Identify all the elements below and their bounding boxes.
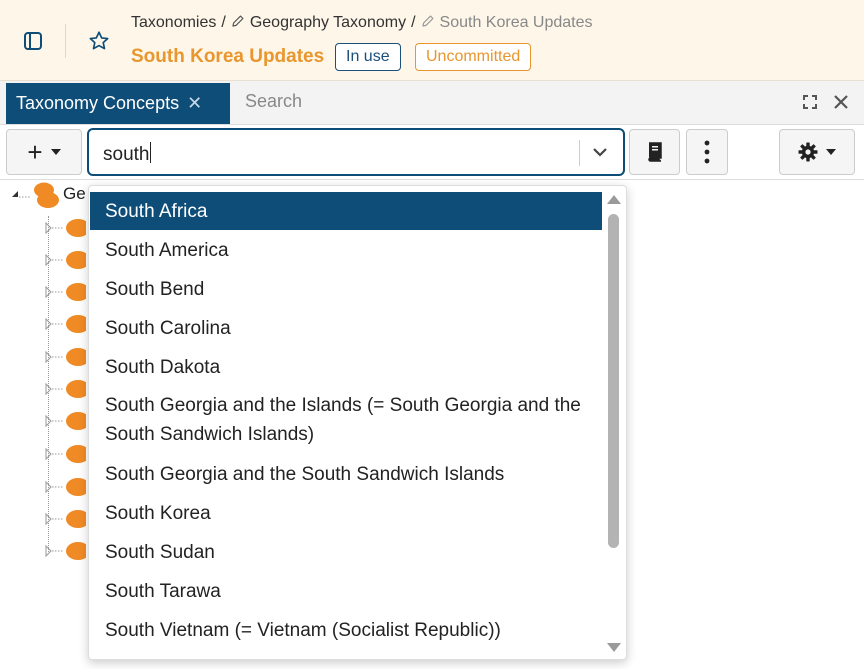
tab-bar: Taxonomy Concepts ✕ Search [0, 81, 864, 125]
close-icon [834, 95, 848, 109]
search-suggestions-dropdown: South Africa South America South Bend South… [88, 185, 627, 660]
chevron-down-icon [593, 148, 607, 157]
page-header: Taxonomies / Geography Taxonomy / South Kore… [0, 0, 864, 81]
chevron-down-icon [826, 149, 836, 155]
tab-search[interactable]: Search [245, 91, 302, 112]
suggestion-option[interactable]: South America [90, 231, 602, 269]
scroll-up-arrow-icon[interactable] [606, 193, 622, 205]
star-icon [89, 31, 109, 50]
suggestion-option[interactable]: South Georgia and the South Sandwich Isl… [90, 455, 602, 493]
tree-node[interactable] [44, 476, 86, 498]
add-concept-button[interactable]: + [6, 129, 82, 175]
text-caret [150, 142, 152, 163]
maximize-button[interactable] [802, 94, 818, 115]
book-icon [647, 142, 662, 162]
tree-node[interactable] [44, 217, 86, 239]
tree-node[interactable] [44, 443, 86, 465]
tree-root-expander[interactable] [12, 187, 30, 199]
search-input[interactable]: south [103, 144, 149, 165]
suggestion-option[interactable]: South Bend [90, 270, 602, 308]
pencil-icon [232, 15, 244, 27]
tab-label: Taxonomy Concepts [16, 93, 180, 113]
in-use-badge: In use [335, 43, 401, 71]
breadcrumb-taxonomies[interactable]: Taxonomies [131, 14, 216, 31]
pencil-icon [421, 15, 434, 27]
suggestion-option[interactable]: South Carolina [90, 309, 602, 347]
favorite-button[interactable] [86, 28, 112, 54]
scroll-down-arrow-icon[interactable] [606, 642, 622, 654]
tree-node[interactable] [44, 346, 86, 368]
tree-node[interactable] [44, 249, 86, 271]
close-icon[interactable]: ✕ [187, 93, 202, 114]
uncommitted-badge[interactable]: Uncommitted [415, 43, 532, 71]
tree-node[interactable] [44, 410, 86, 432]
tab-taxonomy-concepts[interactable]: Taxonomy Concepts ✕ [6, 83, 230, 124]
book-button[interactable] [629, 129, 680, 175]
suggestion-option[interactable]: South Africa [90, 192, 602, 230]
search-dropdown-toggle[interactable] [591, 143, 609, 166]
sidebar-toggle-icon [24, 32, 42, 50]
header-divider [65, 24, 66, 58]
maximize-icon [803, 95, 817, 109]
concept-toolbar: + south [0, 125, 864, 180]
breadcrumb-current: South Korea Updates [439, 14, 593, 31]
suggestion-option[interactable]: South Dakota [90, 348, 602, 386]
tree-node[interactable] [44, 313, 86, 335]
tree-node[interactable] [44, 378, 86, 400]
gear-icon [798, 142, 818, 162]
suggestion-option[interactable]: South Korea [90, 494, 602, 532]
tree-root-node-icon [34, 182, 59, 208]
suggestion-option[interactable]: South Georgia and the Islands (= South G… [90, 387, 602, 453]
tree-node[interactable] [44, 540, 86, 562]
settings-button[interactable] [779, 129, 855, 175]
suggestion-option[interactable]: South Sudan [90, 533, 602, 571]
suggestion-option[interactable]: South Tarawa [90, 572, 602, 610]
search-divider [579, 140, 580, 166]
concept-search-box[interactable]: south [87, 128, 625, 176]
close-panel-button[interactable] [832, 93, 850, 116]
breadcrumb-geography-taxonomy[interactable]: Geography Taxonomy [250, 14, 406, 31]
tree-node[interactable] [44, 281, 86, 303]
more-options-button[interactable] [686, 129, 728, 175]
sidebar-toggle-button[interactable] [20, 28, 46, 54]
plus-icon: + [27, 137, 43, 167]
scrollbar-thumb[interactable] [608, 214, 619, 548]
page-title: South Korea Updates [131, 46, 325, 67]
breadcrumb: Taxonomies / Geography Taxonomy / South Kore… [131, 14, 593, 31]
more-vertical-icon [704, 140, 710, 164]
chevron-down-icon [50, 149, 61, 155]
tree-node[interactable] [44, 508, 86, 530]
tree-root-label[interactable]: Ge [63, 184, 86, 204]
suggestion-option[interactable]: South Vietnam (= Vietnam (Socialist Repu… [90, 611, 602, 649]
